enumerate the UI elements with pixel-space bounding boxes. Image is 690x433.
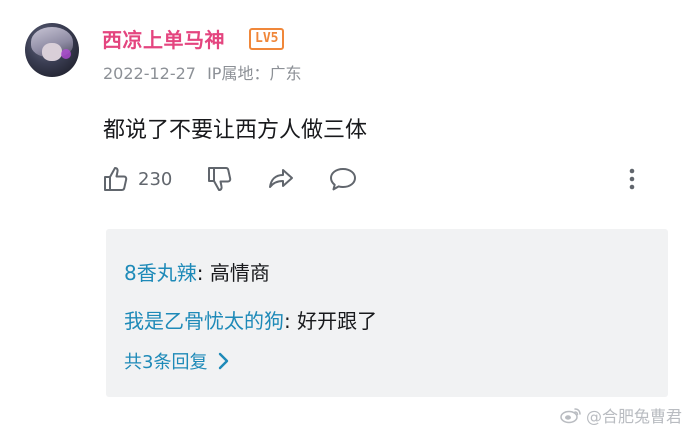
watermark: @合肥兔曹君 (560, 403, 682, 427)
view-all-replies-label: 共3条回复 (124, 352, 208, 373)
more-options-button[interactable] (624, 163, 640, 195)
avatar-face (42, 43, 62, 61)
dislike-button[interactable] (206, 163, 234, 195)
more-icon (629, 168, 635, 190)
comment-text: 都说了不要让西方人做三体 (103, 118, 368, 143)
dislike-icon (208, 167, 232, 191)
reply-username[interactable]: 我是乙骨忧太的狗 (124, 309, 284, 333)
reply-username[interactable]: 8香丸辣 (124, 261, 197, 285)
share-button[interactable] (266, 163, 296, 195)
watermark-text: @合肥兔曹君 (585, 407, 682, 426)
reply-item[interactable]: 我是乙骨忧太的狗: 好开跟了 (124, 305, 377, 334)
weibo-icon (560, 408, 581, 424)
reply-icon (330, 168, 356, 191)
comment-location: IP属地：广东 (207, 64, 302, 83)
like-button[interactable]: 230 (102, 163, 172, 195)
reply-item[interactable]: 8香丸辣: 高情商 (124, 257, 270, 286)
comment-date: 2022-12-27 (103, 64, 196, 83)
level-badge: LV5 (249, 28, 285, 50)
avatar-glow (61, 49, 71, 59)
reply-text: 高情商 (209, 261, 270, 285)
username[interactable]: 西凉上单马神 (102, 24, 225, 53)
like-count: 230 (138, 168, 173, 190)
reply-preview: 8香丸辣: 高情商 我是乙骨忧太的狗: 好开跟了 共3条回复 (106, 229, 668, 397)
reply-button[interactable] (328, 163, 358, 195)
view-all-replies-link[interactable]: 共3条回复 (124, 348, 229, 374)
reply-separator: : (196, 261, 210, 285)
comment-meta: 2022-12-27 IP属地：广东 (103, 60, 301, 84)
reply-separator: : (284, 309, 298, 333)
like-icon (104, 167, 128, 191)
reply-text: 好开跟了 (297, 309, 378, 333)
share-icon (269, 169, 293, 188)
chevron-right-icon (219, 352, 229, 370)
avatar[interactable] (25, 23, 79, 77)
comment-actions: 230 (102, 163, 662, 195)
